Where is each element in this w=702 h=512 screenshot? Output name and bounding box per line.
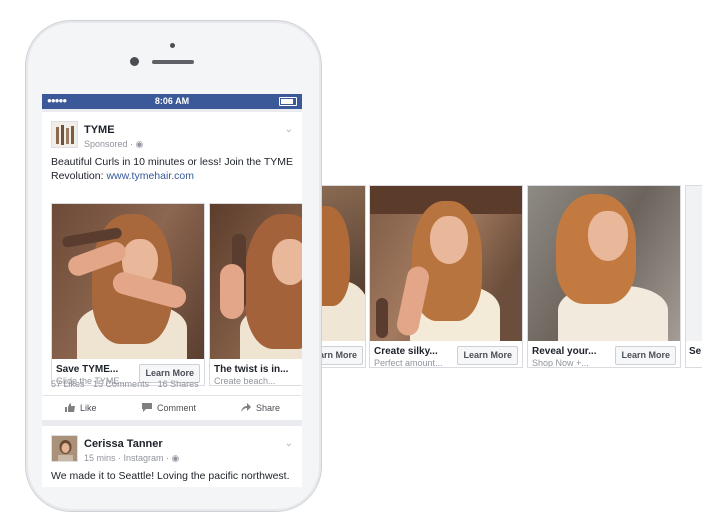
- post-menu-chevron-icon[interactable]: ⌄: [285, 438, 293, 449]
- page-avatar[interactable]: [51, 121, 78, 148]
- carousel-photo: [528, 186, 680, 341]
- phone-camera: [130, 57, 139, 66]
- status-bar: ●●●●● 8:06 AM: [42, 94, 302, 109]
- carousel-photo: [320, 186, 365, 341]
- post-meta: Sponsored · ◉: [84, 139, 143, 150]
- comments-count[interactable]: 15 Comments: [93, 379, 149, 389]
- carousel-photo: [370, 186, 522, 341]
- shares-count[interactable]: 16 Shares: [158, 379, 199, 389]
- carousel-card-1[interactable]: Save TYME... Glide the TYME... Learn Mor…: [51, 203, 205, 386]
- card-subtitle: Perfect amount...: [374, 358, 443, 368]
- phone-screen: ●●●●● 8:06 AM TYME Sponsored · ◉ ⌄ Beaut…: [42, 94, 302, 487]
- card-subtitle: Shop Now +...: [532, 358, 589, 368]
- post-author[interactable]: TYME: [84, 124, 115, 136]
- battery-icon: [279, 97, 297, 106]
- post-menu-chevron-icon[interactable]: ⌄: [285, 124, 293, 135]
- carousel-card-2[interactable]: The twist is in... Create beach...: [209, 203, 302, 386]
- like-label: Like: [80, 403, 97, 413]
- carousel-card-5[interactable]: Se: [685, 185, 702, 368]
- globe-icon: ◉: [135, 139, 144, 149]
- card-title: Save TYME...: [56, 364, 119, 375]
- post-text: Beautiful Curls in 10 minutes or less! J…: [51, 155, 296, 183]
- carousel-photo: [686, 186, 702, 341]
- carousel-caption: Learn More: [320, 341, 365, 367]
- carousel-photo: [210, 204, 302, 359]
- post-author[interactable]: Cerissa Tanner: [84, 438, 163, 450]
- carousel-caption: Create silky... Perfect amount... Learn …: [370, 341, 522, 367]
- sponsored-label: Sponsored ·: [84, 139, 136, 149]
- learn-more-button[interactable]: Learn More: [615, 346, 676, 365]
- carousel-photo: [52, 204, 204, 359]
- phone-speaker: [152, 60, 194, 64]
- card-subtitle: Create beach...: [214, 376, 276, 386]
- post-stats: 57 Likes 15 Comments 16 Shares: [51, 379, 205, 389]
- tyme-logo-icon: [56, 125, 74, 145]
- comment-button[interactable]: Comment: [142, 403, 196, 413]
- friend-post: Cerissa Tanner 15 mins · Instagram · ◉ ⌄…: [42, 426, 302, 487]
- carousel-card-3-outside[interactable]: Learn More: [320, 185, 366, 368]
- learn-more-button[interactable]: Learn More: [320, 346, 363, 365]
- carousel-caption: The twist is in... Create beach...: [210, 359, 302, 385]
- card-title: Create silky...: [374, 346, 438, 357]
- learn-more-button[interactable]: Learn More: [457, 346, 518, 365]
- thumbs-up-icon: [65, 403, 75, 412]
- card-title: The twist is in...: [214, 364, 289, 375]
- carousel-card-3[interactable]: Create silky... Perfect amount... Learn …: [369, 185, 523, 368]
- post-meta: 15 mins · Instagram · ◉: [84, 453, 179, 464]
- globe-icon: ◉: [171, 453, 180, 463]
- post-link[interactable]: www.tymehair.com: [106, 170, 194, 182]
- profile-photo: [52, 436, 77, 461]
- share-label: Share: [256, 403, 281, 413]
- card-title: Reveal your...: [532, 346, 597, 357]
- post-text: We made it to Seattle! Loving the pacifi…: [51, 470, 290, 482]
- post-actions: Like Comment Share: [42, 395, 302, 421]
- phone-sensor: [170, 43, 175, 48]
- share-button[interactable]: Share: [241, 403, 280, 413]
- likes-count[interactable]: 57 Likes: [51, 379, 85, 389]
- author-avatar[interactable]: [51, 435, 78, 462]
- sponsored-post: TYME Sponsored · ◉ ⌄ Beautiful Curls in …: [42, 112, 302, 420]
- card-title: Se: [689, 346, 702, 357]
- carousel-caption: Se: [686, 341, 702, 367]
- post-timestamp: 15 mins · Instagram ·: [84, 453, 172, 463]
- carousel-caption: Reveal your... Shop Now +... Learn More: [528, 341, 680, 367]
- carousel-card-4[interactable]: Reveal your... Shop Now +... Learn More: [527, 185, 681, 368]
- status-time: 8:06 AM: [154, 96, 190, 106]
- share-icon: [241, 403, 251, 412]
- like-button[interactable]: Like: [65, 403, 97, 413]
- comment-label: Comment: [157, 403, 197, 413]
- comment-icon: [142, 403, 152, 412]
